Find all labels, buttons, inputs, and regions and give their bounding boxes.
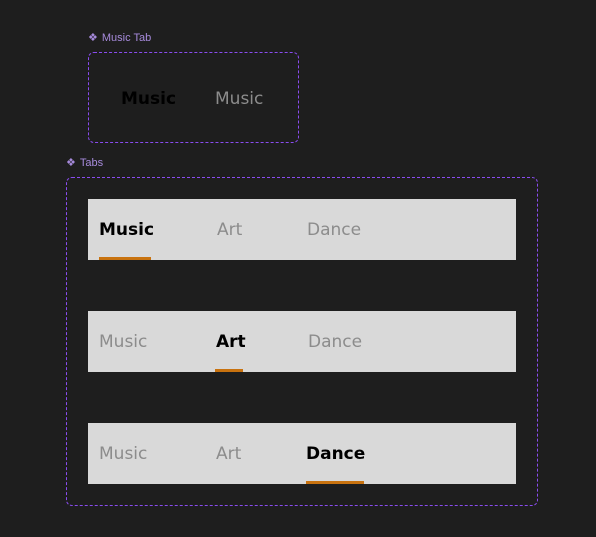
- active-tab-indicator: [215, 369, 243, 372]
- music-tab-component-title: Music Tab: [101, 32, 152, 44]
- tab-label: Music: [99, 331, 148, 352]
- tab-dance[interactable]: Dance: [307, 199, 361, 260]
- tab-label: Art: [216, 443, 242, 464]
- music-tab-variant-inactive[interactable]: Music: [215, 89, 263, 109]
- tab-bar-music-active: Music Art Dance: [88, 199, 516, 260]
- tabs-component-label: ❖ Tabs: [66, 157, 103, 169]
- music-tab-variant-active[interactable]: Music: [121, 89, 176, 109]
- tab-art[interactable]: Art: [216, 311, 246, 372]
- tab-dance[interactable]: Dance: [306, 423, 365, 484]
- tab-label: Music: [99, 219, 155, 240]
- tab-label: Music: [99, 443, 148, 464]
- component-icon: ❖: [66, 157, 76, 169]
- active-tab-indicator: [306, 481, 364, 484]
- tab-art[interactable]: Art: [216, 423, 241, 484]
- tab-music[interactable]: Music: [99, 423, 147, 484]
- tab-art[interactable]: Art: [217, 199, 242, 260]
- tab-label: Dance: [306, 443, 366, 464]
- tab-bar-dance-active: Music Art Dance: [88, 423, 516, 484]
- tab-music[interactable]: Music: [99, 311, 147, 372]
- tab-label: Dance: [308, 331, 363, 352]
- component-icon: ❖: [88, 32, 98, 44]
- music-tab-component-frame: Music Music: [88, 52, 299, 143]
- tab-music[interactable]: Music: [99, 199, 154, 260]
- music-tab-component-label: ❖ Music Tab: [88, 32, 151, 44]
- tab-label: Art: [217, 219, 243, 240]
- tab-bar-art-active: Music Art Dance: [88, 311, 516, 372]
- tabs-component-title: Tabs: [79, 157, 104, 169]
- tab-label: Art: [216, 331, 246, 352]
- active-tab-indicator: [99, 257, 151, 260]
- tab-dance[interactable]: Dance: [308, 311, 362, 372]
- tab-label: Dance: [307, 219, 362, 240]
